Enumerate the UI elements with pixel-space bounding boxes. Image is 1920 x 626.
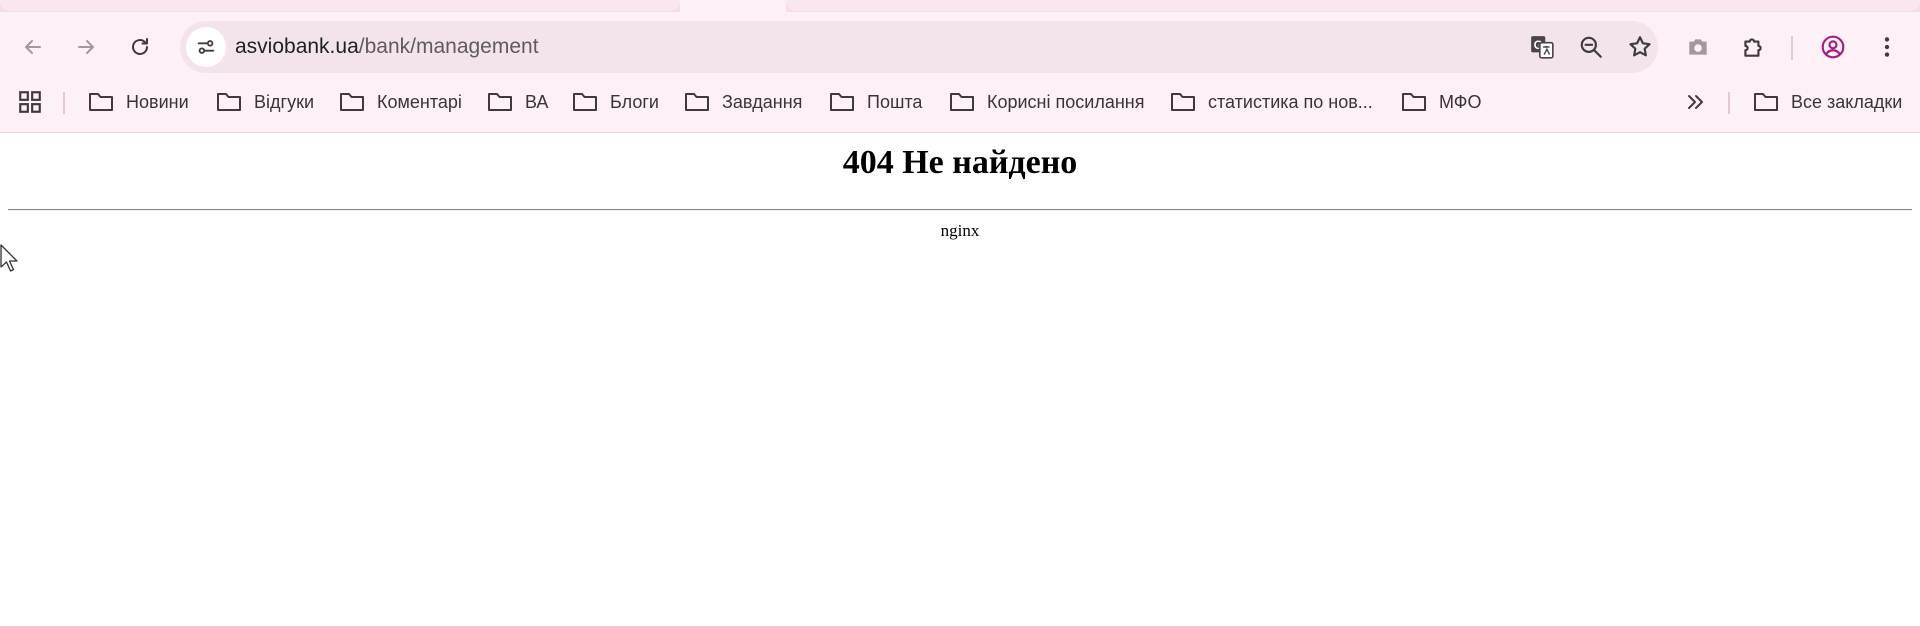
tab-inactive[interactable] (0, 0, 680, 11)
reload-button[interactable] (121, 28, 159, 66)
folder-icon (1171, 93, 1195, 111)
folder-icon (950, 93, 974, 111)
url-host: asviobank.ua (235, 35, 359, 58)
bookmarks-bar: Новини Відгуки Коментарі ВА Блоги Завдан… (0, 82, 1920, 122)
folder-icon (830, 93, 854, 111)
bookmark-label: Відгуки (254, 91, 315, 112)
bookmark-label: Новини (126, 91, 189, 112)
folder-icon (89, 93, 113, 111)
bookmark-folder-statystyka[interactable]: статистика по нов... (1170, 82, 1373, 122)
folder-icon (1402, 93, 1426, 111)
folder-icon (573, 93, 597, 111)
back-button[interactable] (14, 28, 52, 66)
divider (8, 209, 1912, 211)
bookmark-folder-poshta[interactable]: Пошта (829, 82, 922, 122)
bookmark-label: Пошта (867, 91, 923, 112)
menu-icon (1884, 37, 1890, 57)
all-bookmarks-label: Все закладки (1791, 91, 1903, 112)
toolbar: asviobank.ua/bank/management G (0, 12, 1920, 82)
bookmarks-divider (1728, 92, 1730, 114)
bookmark-label: ВА (525, 91, 549, 112)
toolbar-divider (1791, 36, 1793, 60)
bookmark-star-icon (1629, 36, 1651, 57)
bookmark-label: статистика по нов... (1208, 91, 1373, 112)
server-signature: nginx (940, 221, 980, 240)
bookmark-folder-mfo[interactable]: МФО (1401, 82, 1481, 122)
bookmark-label: Коментарі (377, 91, 462, 112)
forward-icon (78, 40, 94, 54)
back-icon (25, 40, 41, 54)
profile-button[interactable] (1814, 28, 1852, 66)
folder-icon (217, 93, 241, 111)
translate-button[interactable]: G (1525, 30, 1559, 64)
browser-chrome: asviobank.ua/bank/management G Новини Ві… (0, 0, 1920, 133)
folder-icon (340, 93, 364, 111)
screenshot-icon (1689, 39, 1707, 55)
forward-button[interactable] (67, 28, 105, 66)
chevron-double-right-icon[interactable] (1683, 90, 1707, 114)
site-info-icon (197, 40, 215, 54)
folder-icon (685, 93, 709, 111)
screenshot-button[interactable] (1679, 28, 1717, 66)
site-info-button[interactable] (186, 27, 226, 67)
bookmarks-divider (63, 92, 65, 114)
bookmark-star-button[interactable] (1623, 30, 1657, 64)
address-bar[interactable]: asviobank.ua/bank/management G (180, 21, 1658, 73)
bookmark-folder-vidhuky[interactable]: Відгуки (216, 82, 314, 122)
url-text[interactable]: asviobank.ua/bank/management (235, 21, 539, 73)
folder-icon (1754, 93, 1778, 111)
error-title: 404 Не найдено (842, 144, 1078, 181)
bookmark-label: Блоги (610, 91, 659, 112)
zoom-button[interactable] (1574, 30, 1608, 64)
extensions-button[interactable] (1734, 28, 1772, 66)
bookmark-label: Корисні посилання (987, 91, 1145, 112)
bookmark-label: МФО (1439, 91, 1482, 112)
folder-icon (488, 93, 512, 111)
bookmark-folder-zavdannia[interactable]: Завдання (684, 82, 802, 122)
bookmark-label: Завдання (722, 91, 803, 112)
bookmark-folder-novyny[interactable]: Новини (88, 82, 189, 122)
url-path: /bank/management (358, 35, 539, 58)
bookmark-folder-blohy[interactable]: Блоги (572, 82, 659, 122)
menu-button[interactable] (1868, 28, 1906, 66)
all-bookmarks-button[interactable]: Все закладки (1753, 82, 1902, 122)
tab-active[interactable] (680, 0, 786, 12)
profile-icon (1821, 35, 1845, 59)
translate-icon: G (1531, 36, 1554, 59)
bookmark-folder-korysni-posylannia[interactable]: Корисні посилання (949, 82, 1144, 122)
reload-icon (132, 38, 148, 55)
bookmark-folder-va[interactable]: ВА (487, 82, 548, 122)
page-content: 404 Не найдено nginx (0, 134, 1920, 626)
extensions-icon (1744, 38, 1762, 57)
mouse-cursor-icon (0, 244, 18, 272)
apps-grid-icon[interactable] (17, 89, 43, 115)
bookmark-folder-komentari[interactable]: Коментарі (339, 82, 462, 122)
tab-strip (0, 0, 1920, 12)
tab-inactive[interactable] (786, 0, 1920, 11)
zoom-out-icon (1580, 36, 1602, 58)
